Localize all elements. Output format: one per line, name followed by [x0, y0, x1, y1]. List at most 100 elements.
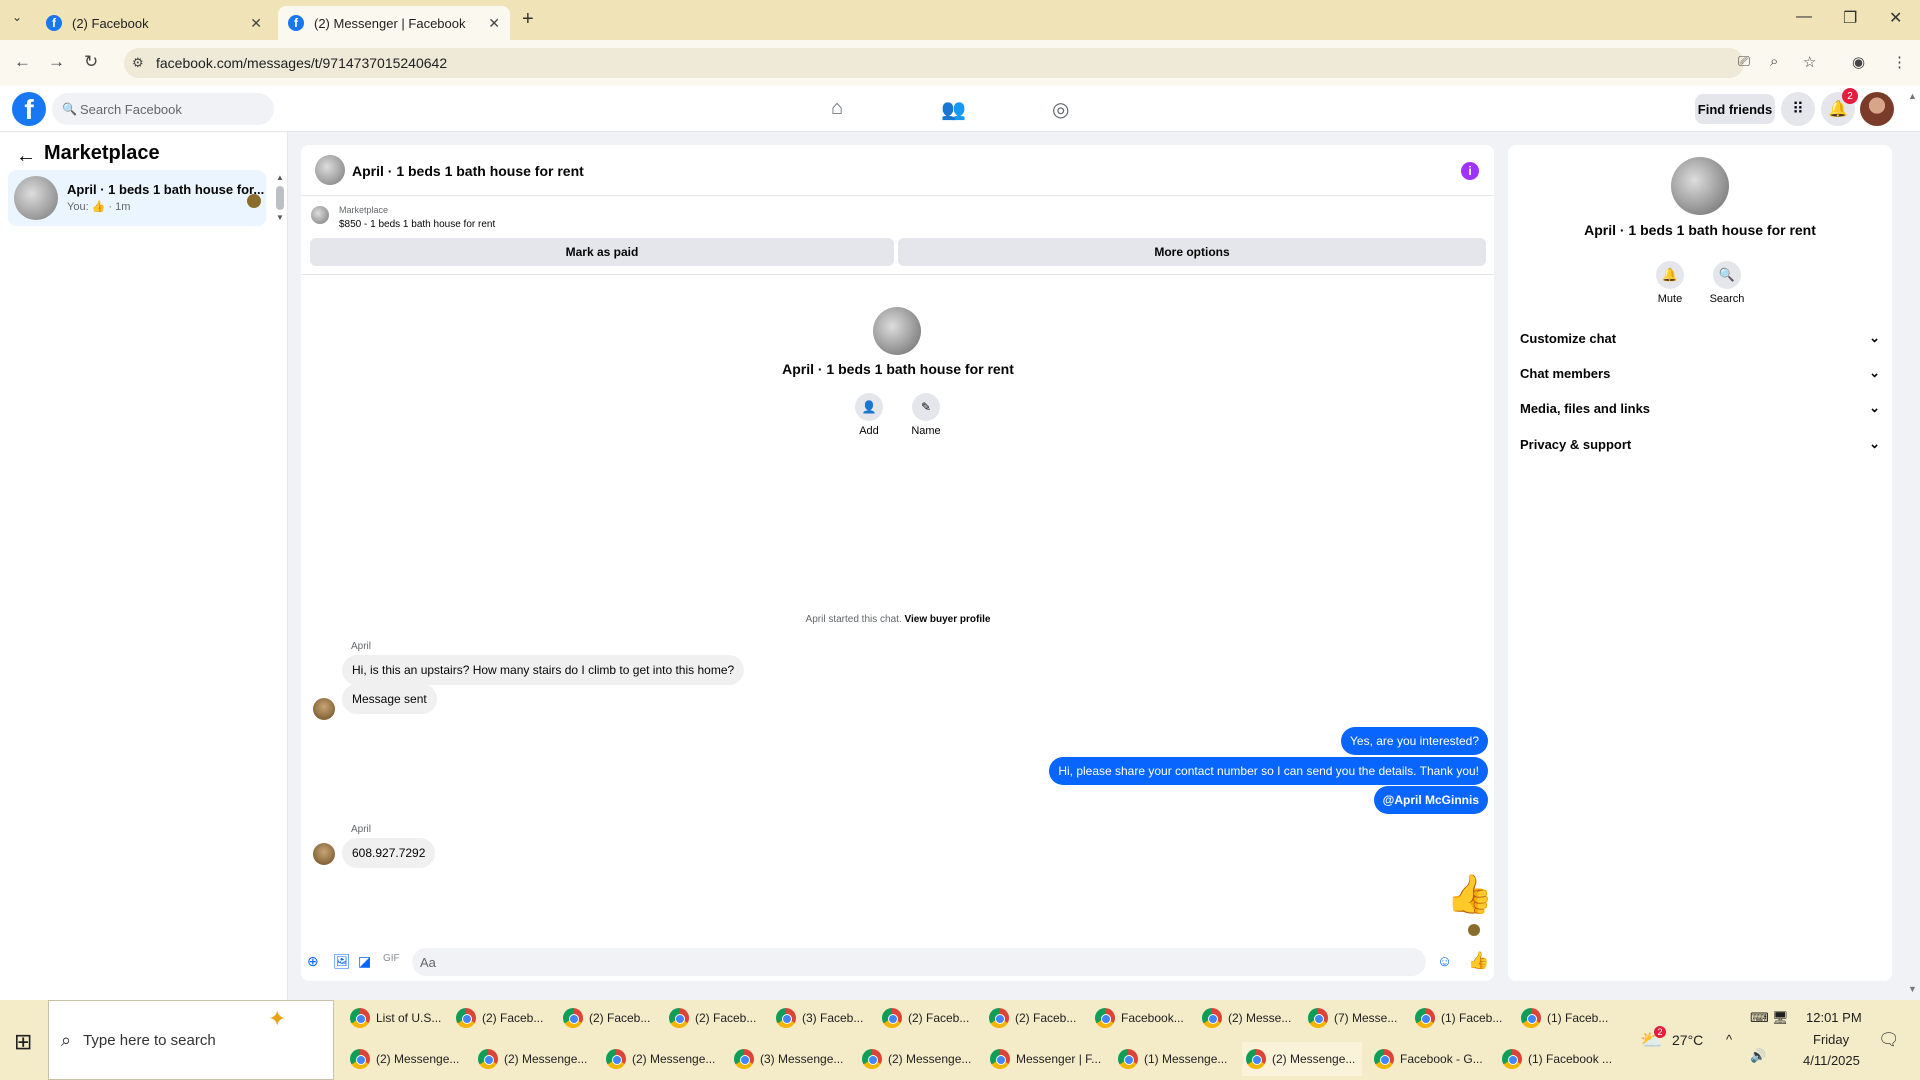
clock-time[interactable]: 12:01 PM	[1806, 1010, 1862, 1025]
site-info-icon[interactable]: ⚙	[132, 55, 144, 71]
taskbar-window-button[interactable]: (2) Messenge...	[346, 1042, 466, 1076]
chat-header-title[interactable]: April · 1 beds 1 bath house for rent	[352, 163, 584, 179]
emoji-icon[interactable]: ☺	[1437, 953, 1452, 970]
taskbar-search-input[interactable]: ⌕ Type here to search	[48, 1000, 334, 1080]
taskbar-window-button[interactable]: (2) Messenge...	[474, 1042, 594, 1076]
scroll-up-icon[interactable]: ▲	[276, 173, 284, 182]
forward-icon[interactable]: →	[48, 52, 65, 72]
incoming-message[interactable]: Hi, is this an upstairs? How many stairs…	[342, 655, 745, 685]
zoom-icon[interactable]: ⌕	[1770, 53, 1778, 70]
back-icon[interactable]: ←	[14, 52, 31, 72]
incoming-message[interactable]: Message sent	[342, 684, 437, 714]
tab-list-chevron-icon[interactable]: ⌄	[12, 10, 22, 24]
section-media-files-links[interactable]: Media, files and links ⌄	[1520, 396, 1880, 420]
section-chat-members[interactable]: Chat members ⌄	[1520, 361, 1880, 385]
profile-icon[interactable]: ◉	[1852, 53, 1865, 71]
outgoing-message-mention[interactable]: @April McGinnis	[1373, 786, 1488, 814]
window-close-icon[interactable]: ✕	[1889, 8, 1902, 28]
taskbar-window-button[interactable]: (2) Messenge...	[858, 1042, 978, 1076]
sticker-icon[interactable]: ◪	[358, 953, 371, 970]
section-customize-chat[interactable]: Customize chat ⌄	[1520, 326, 1880, 350]
taskbar-window-button[interactable]: (2) Faceb...	[559, 1001, 659, 1035]
facebook-logo-icon[interactable]: f	[12, 92, 46, 126]
taskbar-window-button[interactable]: (3) Faceb...	[772, 1001, 872, 1035]
taskbar-window-button[interactable]: (1) Messenge...	[1114, 1042, 1234, 1076]
listing-thumbnail[interactable]	[311, 206, 329, 224]
url-field[interactable]: ⚙ facebook.com/messages/t/97147370152406…	[124, 48, 1744, 78]
groups-icon[interactable]: ◎	[1052, 97, 1069, 122]
taskbar-window-button[interactable]: Facebook...	[1091, 1001, 1191, 1035]
scroll-down-icon[interactable]: ▼	[276, 213, 284, 222]
edit-name-icon[interactable]: ✎	[912, 393, 940, 421]
send-like-icon[interactable]: 👍	[1468, 951, 1489, 971]
taskbar-search-placeholder: Type here to search	[83, 1031, 216, 1049]
taskbar-window-button-active[interactable]: (2) Messenge...	[1242, 1042, 1362, 1076]
taskbar-window-button[interactable]: Facebook - G...	[1370, 1042, 1490, 1076]
taskbar-window-button[interactable]: (3) Messenge...	[730, 1042, 850, 1076]
show-hidden-icons-chevron-icon[interactable]: ^	[1726, 1032, 1732, 1047]
attach-image-icon[interactable]: 🖼	[333, 953, 351, 970]
taskbar-window-button[interactable]: List of U.S...	[346, 1001, 446, 1035]
volume-icon[interactable]: 🔊	[1750, 1048, 1766, 1064]
scrollbar-thumb[interactable]	[276, 186, 284, 210]
section-privacy-support[interactable]: Privacy & support ⌄	[1520, 432, 1880, 456]
mark-as-paid-button[interactable]: Mark as paid	[310, 238, 894, 266]
find-friends-button[interactable]: Find friends	[1695, 94, 1775, 124]
taskbar-window-button[interactable]: (2) Messe...	[1198, 1001, 1298, 1035]
chat-header-avatar[interactable]	[315, 155, 345, 185]
taskbar-window-button[interactable]: (2) Faceb...	[452, 1001, 552, 1035]
windows-start-icon[interactable]: ⊞	[14, 1029, 32, 1055]
mute-label: Mute	[1657, 293, 1683, 305]
clock-day[interactable]: Friday	[1813, 1032, 1849, 1047]
new-tab-button[interactable]: +	[522, 8, 534, 31]
tab-close-icon[interactable]: ✕	[250, 15, 262, 32]
page-scroll-up-icon[interactable]: ▲	[1908, 91, 1917, 101]
tab-facebook[interactable]: f (2) Facebook ✕	[36, 6, 272, 40]
taskbar-window-button[interactable]: (7) Messe...	[1304, 1001, 1404, 1035]
outgoing-message[interactable]: Hi, please share your contact number so …	[1049, 757, 1488, 785]
minimize-icon[interactable]: —	[1796, 8, 1812, 26]
taskbar-window-button[interactable]: (1) Facebook ...	[1498, 1042, 1618, 1076]
incoming-message[interactable]: 608.927.7292	[342, 838, 436, 868]
mute-bell-icon[interactable]: 🔔	[1656, 261, 1684, 289]
back-arrow-icon[interactable]: ←	[16, 145, 36, 168]
more-options-button[interactable]: More options	[898, 238, 1486, 266]
home-icon[interactable]: ⌂	[831, 97, 843, 120]
taskbar-window-button[interactable]: (2) Messenge...	[602, 1042, 722, 1076]
taskbar-window-button[interactable]: (1) Faceb...	[1517, 1001, 1617, 1035]
taskbar-window-button[interactable]: (2) Faceb...	[985, 1001, 1085, 1035]
tab-close-icon[interactable]: ✕	[488, 15, 500, 32]
add-person-icon[interactable]: 👤	[855, 393, 883, 421]
restore-icon[interactable]: ❐	[1843, 8, 1857, 28]
conversation-info-icon[interactable]: i	[1461, 162, 1479, 180]
taskbar-window-button[interactable]: (1) Faceb...	[1411, 1001, 1511, 1035]
message-input[interactable]: Aa	[412, 948, 1426, 976]
clock-date[interactable]: 4/11/2025	[1803, 1053, 1860, 1068]
facebook-search-input[interactable]: 🔍 Search Facebook	[52, 93, 274, 125]
taskbar-window-button[interactable]: Messenger | F...	[986, 1042, 1106, 1076]
view-buyer-profile-link[interactable]: View buyer profile	[904, 614, 990, 625]
weather-temperature[interactable]: 27°C	[1672, 1032, 1703, 1048]
thumbs-up-sticker-icon[interactable]: 👍	[1446, 873, 1493, 917]
taskbar-window-button[interactable]: (2) Faceb...	[878, 1001, 978, 1035]
bookmark-star-icon[interactable]: ☆	[1803, 53, 1816, 71]
search-conversation-icon[interactable]: 🔍	[1713, 261, 1741, 289]
taskbar-tray-icon[interactable]: ⌨	[1750, 1010, 1769, 1026]
taskbar-window-button[interactable]: (2) Faceb...	[665, 1001, 765, 1035]
profile-avatar[interactable]	[1860, 92, 1894, 126]
install-app-icon[interactable]: ⎚	[1738, 53, 1750, 70]
friends-icon[interactable]: 👥	[941, 97, 966, 122]
chrome-icon	[350, 1049, 370, 1069]
listing-price[interactable]: $850 - 1 beds 1 bath house for rent	[339, 219, 495, 230]
outgoing-message[interactable]: Yes, are you interested?	[1341, 727, 1488, 755]
menu-grid-icon[interactable]: ⠿	[1781, 92, 1815, 126]
menu-kebab-icon[interactable]: ⋮	[1892, 53, 1907, 71]
taskbar-tray-icon[interactable]: 🖥	[1772, 1010, 1789, 1026]
tab-messenger[interactable]: f (2) Messenger | Facebook ✕	[278, 6, 510, 40]
more-actions-plus-icon[interactable]: ⊕	[307, 953, 319, 970]
gif-icon[interactable]: GIF	[383, 953, 400, 964]
page-scroll-down-icon[interactable]: ▼	[1908, 984, 1917, 994]
notification-center-icon[interactable]: 🗨	[1878, 1030, 1900, 1050]
conversation-item[interactable]: April · 1 beds 1 bath house for... You: …	[8, 170, 266, 226]
reload-icon[interactable]: ↻	[84, 52, 98, 72]
